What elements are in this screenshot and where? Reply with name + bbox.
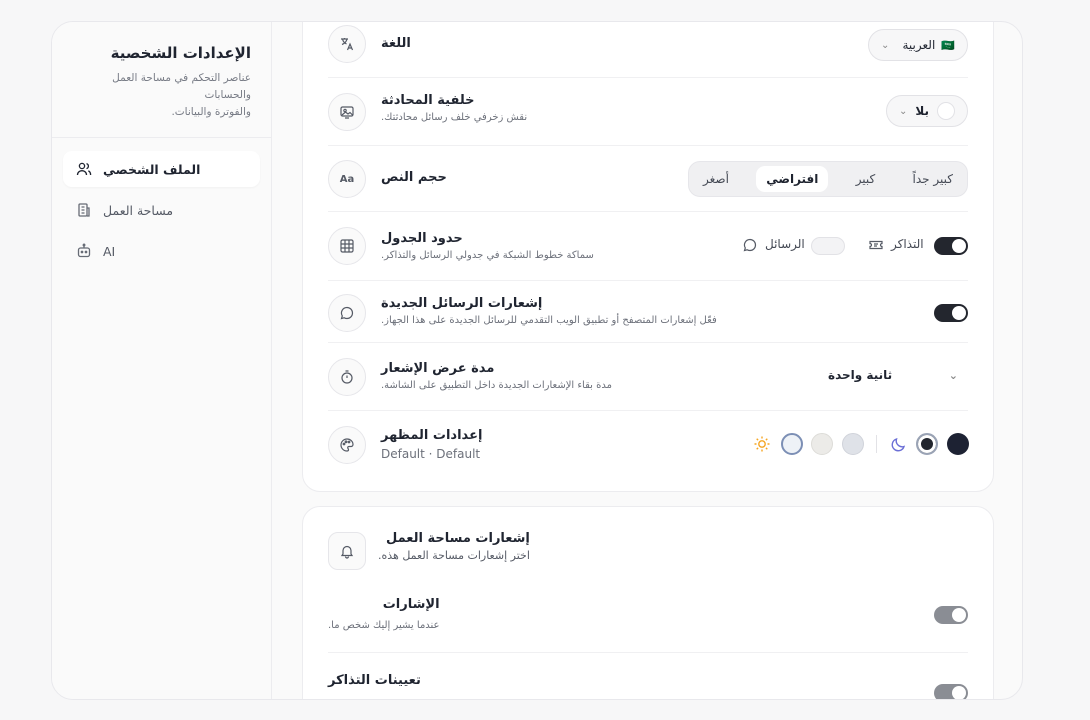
notification-duration-value: ثانية واحدة — [828, 368, 893, 382]
workspace-notifications-header: إشعارات مساحة العمل اختر إشعارات مساحة ا… — [378, 531, 530, 562]
bell-icon — [340, 545, 354, 559]
building-icon — [75, 201, 93, 219]
mentions-toggle[interactable] — [934, 606, 968, 624]
table-borders-row: حدود الجدول سماكة خطوط الشبكة في جدولي ا… — [328, 212, 968, 281]
empty-swatch — [937, 102, 956, 120]
appearance-title: إعدادات المظهر — [381, 428, 483, 443]
personal-settings-card: اللغة ⌄ العربية 🇸🇦 خلفية المحادثة نقش زخ… — [302, 22, 994, 492]
text-size-option-smaller[interactable]: أصغر — [693, 166, 739, 192]
text-size-option-large[interactable]: كبير — [846, 166, 886, 192]
sidebar-description-line-2: والفوترة والبيانات. — [171, 106, 251, 118]
table-borders-title: حدود الجدول — [381, 231, 463, 246]
sidebar-item-workspace[interactable]: مساحة العمل — [63, 192, 260, 228]
chat-background-select[interactable]: ⌄ بلا — [886, 95, 968, 127]
notification-duration-title: مدة عرض الإشعار — [381, 361, 495, 376]
sidebar-header: الإعدادات الشخصية عناصر التحكم في مساحة … — [52, 22, 271, 138]
chat-background-title: خلفية المحادثة — [381, 93, 475, 108]
mentions-title: الإشارات — [382, 597, 440, 612]
workspace-notifications-card: إشعارات مساحة العمل اختر إشعارات مساحة ا… — [302, 506, 994, 699]
sidebar-item-profile[interactable]: الملف الشخصي — [63, 151, 260, 187]
language-title: اللغة — [381, 36, 411, 51]
new-message-notifications-subtitle: فعّل إشعارات المتصفح أو تطبيق الويب التق… — [381, 315, 717, 326]
image-frame-icon — [328, 93, 366, 131]
new-message-notifications-title: إشعارات الرسائل الجديدة — [381, 296, 543, 311]
appearance-text: إعدادات المظهر Default · Default — [381, 428, 482, 461]
chat-background-value: بلا — [915, 104, 930, 118]
palette-icon — [328, 426, 366, 464]
chevron-down-icon: ⌄ — [948, 368, 958, 382]
settings-window: الإعدادات الشخصية عناصر التحكم في مساحة … — [51, 21, 1023, 700]
sun-icon[interactable] — [753, 435, 771, 457]
tickets-border-toggle[interactable] — [934, 237, 968, 255]
ticket-assignments-text: تعيينات التذاكر — [328, 673, 421, 688]
sidebar-nav: الملف الشخصي مساحة العمل AI — [52, 138, 271, 287]
new-message-notifications-text: إشعارات الرسائل الجديدة فعّل إشعارات الم… — [381, 296, 717, 326]
bot-icon — [75, 242, 93, 260]
language-select[interactable]: ⌄ العربية 🇸🇦 — [868, 29, 968, 61]
new-message-notifications-toggle[interactable] — [934, 304, 968, 322]
language-text: اللغة — [381, 36, 411, 51]
chevron-down-icon: ⌄ — [881, 39, 890, 51]
chat-background-text: خلفية المحادثة نقش زخرفي خلف رسائل محادث… — [381, 93, 527, 123]
appearance-row: إعدادات المظهر Default · Default — [328, 411, 969, 481]
grid-icon — [328, 227, 366, 265]
chat-background-row: خلفية المحادثة نقش زخرفي خلف رسائل محادث… — [328, 78, 968, 146]
sidebar-item-ai[interactable]: AI — [63, 233, 260, 269]
sidebar: الإعدادات الشخصية عناصر التحكم في مساحة … — [52, 22, 272, 699]
messages-border-toggle[interactable] — [811, 237, 845, 255]
sidebar-description-line-1: عناصر التحكم في مساحة العمل والحسابات — [112, 72, 251, 101]
users-icon — [75, 160, 93, 178]
ticket-assignments-toggle[interactable] — [934, 684, 968, 699]
light-swatch-1[interactable] — [781, 433, 803, 455]
workspace-notifications-title: إشعارات مساحة العمل — [385, 531, 530, 546]
text-size-row: Aa حجم النص أصغر افتراضي كبير كبير جداً — [328, 146, 968, 212]
sidebar-item-label: الملف الشخصي — [103, 161, 201, 177]
chevron-down-icon: ⌄ — [899, 105, 908, 117]
appearance-subtitle: Default · Default — [381, 447, 481, 461]
new-message-notifications-row: إشعارات الرسائل الجديدة فعّل إشعارات الم… — [328, 281, 968, 343]
theme-divider — [876, 435, 877, 453]
table-borders-subtitle: سماكة خطوط الشبكة في جدولي الرسائل والتذ… — [381, 250, 594, 261]
notification-duration-row: مدة عرض الإشعار مدة بقاء الإشعارات الجدي… — [328, 343, 968, 411]
text-size-option-default[interactable]: افتراضي — [756, 166, 829, 192]
text-size-text: حجم النص — [381, 170, 447, 185]
ticket-assignments-title: تعيينات التذاكر — [328, 673, 421, 688]
language-select-label: العربية — [902, 38, 936, 52]
sidebar-description: عناصر التحكم في مساحة العمل والحسابات وا… — [72, 70, 251, 121]
mentions-text: الإشارات عندما يشير إليك شخص ما. — [328, 597, 440, 631]
text-size-title: حجم النص — [381, 170, 447, 185]
chat-background-subtitle: نقش زخرفي خلف رسائل محادثتك. — [381, 112, 528, 123]
notification-duration-subtitle: مدة بقاء الإشعارات الجديدة داخل التطبيق … — [381, 380, 612, 391]
dark-swatch-2[interactable] — [947, 433, 969, 455]
ticket-assignments-row: تعيينات التذاكر — [328, 653, 968, 699]
moon-icon[interactable] — [890, 435, 908, 457]
ticket-icon — [868, 237, 884, 257]
mentions-subtitle: عندما يشير إليك شخص ما. — [328, 620, 440, 631]
sidebar-item-label: مساحة العمل — [103, 202, 174, 218]
message-circle-icon — [328, 294, 366, 332]
sidebar-item-label: AI — [103, 243, 116, 259]
table-borders-text: حدود الجدول سماكة خطوط الشبكة في جدولي ا… — [381, 231, 594, 261]
main-content: اللغة ⌄ العربية 🇸🇦 خلفية المحادثة نقش زخ… — [273, 22, 1022, 699]
text-size-segmented: أصغر افتراضي كبير كبير جداً — [688, 161, 968, 197]
messages-label: الرسائل — [765, 237, 805, 251]
light-swatch-2[interactable] — [811, 433, 833, 455]
notification-duration-text: مدة عرض الإشعار مدة بقاء الإشعارات الجدي… — [381, 361, 612, 391]
dark-swatch-1[interactable] — [916, 433, 938, 455]
text-size-option-xlarge[interactable]: كبير جداً — [903, 166, 963, 192]
bell-icon-wrap — [328, 532, 366, 570]
mentions-row: الإشارات عندما يشير إليك شخص ما. — [328, 585, 968, 653]
messages-chat-icon — [742, 237, 758, 257]
text-size-icon: Aa — [328, 160, 366, 198]
notification-duration-select[interactable]: ثانية واحدة ⌄ — [828, 368, 958, 382]
timer-icon — [328, 358, 366, 396]
workspace-notifications-subtitle: اختر إشعارات مساحة العمل هذه. — [378, 549, 530, 562]
saudi-flag-icon: 🇸🇦 — [941, 38, 955, 52]
sidebar-title: الإعدادات الشخصية — [110, 44, 251, 62]
language-row: اللغة ⌄ العربية 🇸🇦 — [328, 23, 968, 78]
light-swatch-3[interactable] — [842, 433, 864, 455]
translate-icon — [328, 25, 366, 63]
language-select-value: العربية 🇸🇦 — [903, 38, 956, 52]
tickets-label: التذاكر — [891, 237, 924, 251]
